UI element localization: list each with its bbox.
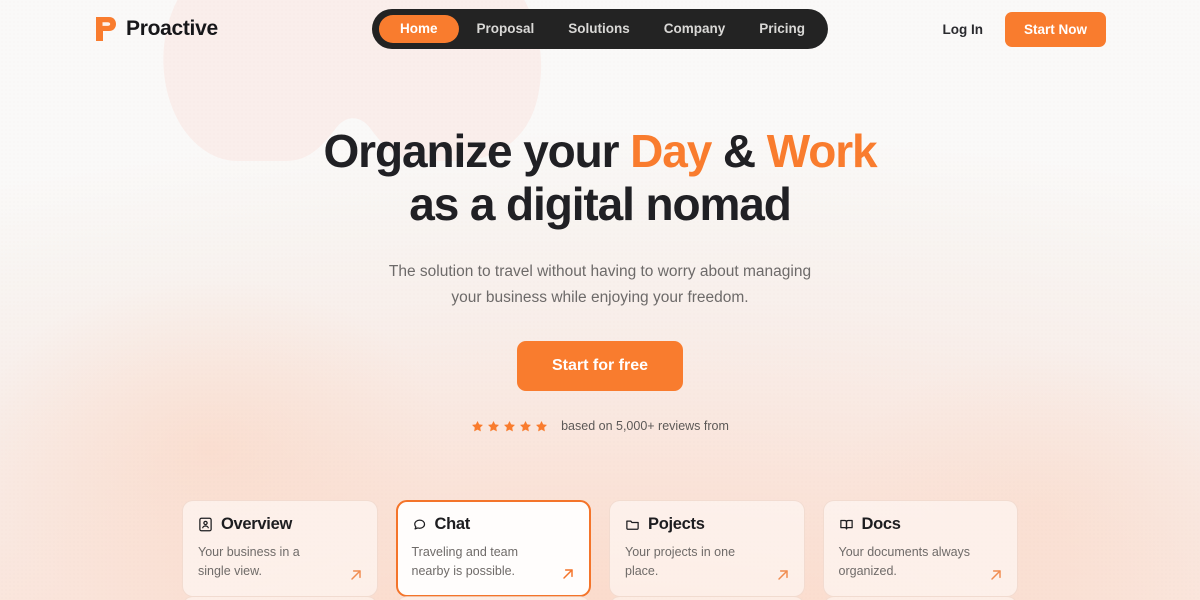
feature-card-stub[interactable] <box>182 596 378 600</box>
card-description: Your business in a single view. <box>198 545 300 578</box>
arrow-up-right-icon[interactable] <box>988 567 1004 583</box>
book-icon <box>839 519 853 530</box>
arrow-up-right-icon[interactable] <box>775 567 791 583</box>
card-header: Chat <box>412 515 576 534</box>
star-icon <box>504 420 516 431</box>
main-navigation: Home Proposal Solutions Company Pricing <box>371 9 829 49</box>
feature-card-overview[interactable]: Overview Your business in a single view. <box>182 500 378 597</box>
nav-item-solutions[interactable]: Solutions <box>552 15 646 43</box>
subtitle-line-2: your business while enjoying your freedo… <box>451 289 749 307</box>
arrow-up-right-icon[interactable] <box>348 567 364 583</box>
nav-item-proposal[interactable]: Proposal <box>460 15 550 43</box>
feature-card-docs[interactable]: Docs Your documents always organized. <box>822 500 1018 597</box>
feature-card-projects[interactable]: Pojects Your projects in one place. <box>609 500 805 597</box>
card-title: Chat <box>434 515 471 533</box>
feature-card-chat[interactable]: Chat Traveling and team nearby is possib… <box>395 500 591 597</box>
reviews-summary: based on 5,000+ reviews from <box>471 419 729 433</box>
page-title: Organize your Day & Work as a digital no… <box>323 125 878 231</box>
card-header: Overview <box>198 515 362 534</box>
reviews-text: based on 5,000+ reviews from <box>561 419 729 434</box>
star-icon <box>520 420 532 431</box>
site-header: Proactive Home Proposal Solutions Compan… <box>0 0 1200 58</box>
nav-item-home[interactable]: Home <box>378 15 459 43</box>
headline-line-2: as a digital nomad <box>409 177 792 230</box>
login-link[interactable]: Log In <box>942 22 983 37</box>
arrow-up-right-icon[interactable] <box>560 566 576 582</box>
card-title: Docs <box>861 515 901 533</box>
chat-bubble-icon <box>413 519 425 530</box>
feature-cards: Overview Your business in a single view.… <box>182 500 1018 597</box>
feature-card-stub[interactable] <box>609 596 805 600</box>
folder-icon <box>626 520 639 530</box>
card-title: Overview <box>221 515 292 533</box>
hero-subtitle: The solution to travel without having to… <box>389 259 811 312</box>
card-header: Docs <box>839 515 1003 534</box>
star-icon <box>472 420 484 431</box>
card-description: Your projects in one place. <box>625 545 736 578</box>
card-description: Your documents always organized. <box>838 545 971 578</box>
headline-accent-work: Work <box>766 125 878 177</box>
card-header: Pojects <box>625 515 789 534</box>
headline-text-1: Organize your <box>323 125 631 177</box>
brand-name: Proactive <box>126 17 218 40</box>
card-description: Traveling and team nearby is possible. <box>411 545 519 578</box>
nav-item-company[interactable]: Company <box>648 15 742 43</box>
feature-cards-row-2 <box>182 596 1018 600</box>
card-title: Pojects <box>648 515 705 533</box>
start-for-free-button[interactable]: Start for free <box>516 341 684 392</box>
feature-card-stub[interactable] <box>822 596 1018 600</box>
star-icon <box>536 420 548 431</box>
brand-logo[interactable]: Proactive <box>94 16 218 42</box>
start-now-button[interactable]: Start Now <box>1004 11 1106 47</box>
subtitle-line-1: The solution to travel without having to… <box>388 262 812 280</box>
proactive-logo-icon <box>96 17 116 41</box>
headline-text-2: & <box>711 125 767 177</box>
feature-card-stub[interactable] <box>395 596 591 600</box>
header-actions: Log In Start Now <box>942 11 1106 47</box>
nav-item-pricing[interactable]: Pricing <box>743 15 821 43</box>
star-icon <box>488 420 500 431</box>
headline-accent-day: Day <box>630 125 712 177</box>
star-rating <box>471 420 548 433</box>
contact-card-icon <box>199 517 212 532</box>
